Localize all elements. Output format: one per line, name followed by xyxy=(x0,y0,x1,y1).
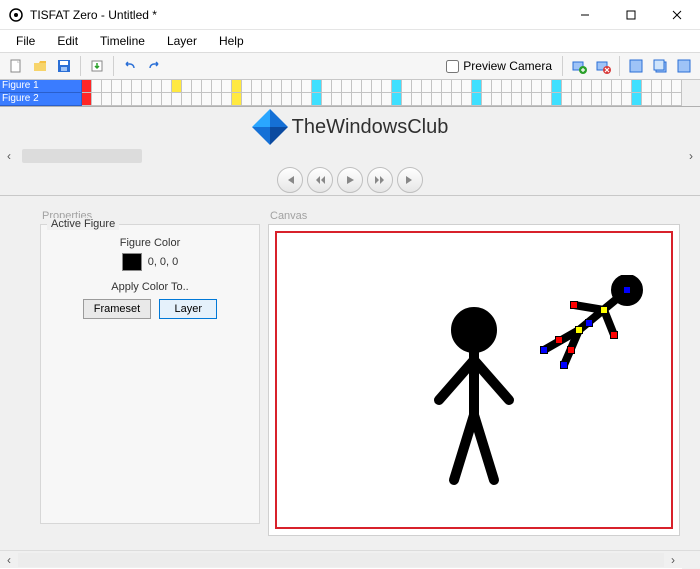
joint-node[interactable] xyxy=(540,346,548,354)
track-figure-2[interactable]: Figure 2 xyxy=(0,93,700,106)
canvas-title: Canvas xyxy=(268,210,680,222)
preview-camera-input[interactable] xyxy=(446,60,459,73)
add-layer-icon[interactable] xyxy=(568,55,590,77)
figure-color-label: Figure Color xyxy=(120,237,181,249)
track-cells[interactable] xyxy=(82,80,700,93)
scroll-thumb[interactable] xyxy=(22,149,142,163)
last-frame-button[interactable] xyxy=(397,167,423,193)
joint-node[interactable] xyxy=(575,326,583,334)
open-file-icon[interactable] xyxy=(29,55,51,77)
window-title: TISFAT Zero - Untitled * xyxy=(30,8,562,22)
figure-color-value: 0, 0, 0 xyxy=(148,256,179,268)
menu-help[interactable]: Help xyxy=(209,32,254,50)
apply-color-label: Apply Color To.. xyxy=(111,281,188,293)
track-figure-1[interactable]: Figure 1 xyxy=(0,80,700,93)
joint-node[interactable] xyxy=(623,286,631,294)
timeline: Figure 1 Figure 2 TheWindowsClub ‹ › xyxy=(0,80,700,196)
track-label[interactable]: Figure 1 xyxy=(0,80,82,93)
joint-node[interactable] xyxy=(570,301,578,309)
menu-file[interactable]: File xyxy=(6,32,45,50)
stick-figure-1[interactable] xyxy=(419,305,529,505)
play-button[interactable] xyxy=(337,167,363,193)
watermark-icon xyxy=(252,109,288,145)
joint-node[interactable] xyxy=(567,346,575,354)
undo-icon[interactable] xyxy=(119,55,141,77)
track-cells[interactable] xyxy=(82,93,700,106)
scroll-right-icon[interactable]: › xyxy=(664,551,682,569)
titlebar: TISFAT Zero - Untitled * xyxy=(0,0,700,30)
remove-layer-icon[interactable] xyxy=(592,55,614,77)
color-swatch[interactable] xyxy=(122,253,142,271)
scroll-right-icon[interactable]: › xyxy=(682,147,700,165)
menu-edit[interactable]: Edit xyxy=(47,32,88,50)
layer-copy-icon[interactable] xyxy=(649,55,671,77)
scroll-left-icon[interactable]: ‹ xyxy=(0,147,18,165)
playback-controls xyxy=(0,165,700,195)
scroll-track[interactable] xyxy=(18,553,664,567)
joint-node[interactable] xyxy=(610,331,618,339)
window-horizontal-scrollbar[interactable]: ‹ › xyxy=(0,550,700,568)
menu-layer[interactable]: Layer xyxy=(157,32,207,50)
canvas[interactable] xyxy=(268,224,680,536)
joint-node[interactable] xyxy=(585,319,593,327)
preview-camera-checkbox[interactable]: Preview Camera xyxy=(440,59,558,73)
export-icon[interactable] xyxy=(86,55,108,77)
maximize-button[interactable] xyxy=(608,0,654,30)
track-label[interactable]: Figure 2 xyxy=(0,93,82,106)
watermark-text: TheWindowsClub xyxy=(292,116,449,139)
next-frame-button[interactable] xyxy=(367,167,393,193)
preview-camera-label: Preview Camera xyxy=(463,59,552,73)
joint-node[interactable] xyxy=(560,361,568,369)
save-file-icon[interactable] xyxy=(53,55,75,77)
minimize-button[interactable] xyxy=(562,0,608,30)
joint-node[interactable] xyxy=(555,336,563,344)
redo-icon[interactable] xyxy=(143,55,165,77)
layer-button[interactable]: Layer xyxy=(159,299,217,319)
active-figure-group: Active Figure Figure Color 0, 0, 0 Apply… xyxy=(40,224,260,524)
first-frame-button[interactable] xyxy=(277,167,303,193)
group-legend: Active Figure xyxy=(47,218,119,230)
canvas-panel: Canvas xyxy=(268,210,680,536)
layer-up-icon[interactable] xyxy=(625,55,647,77)
size-grip[interactable] xyxy=(682,551,700,569)
menubar: File Edit Timeline Layer Help xyxy=(0,30,700,52)
toolbar: Preview Camera xyxy=(0,52,700,80)
close-button[interactable] xyxy=(654,0,700,30)
prev-frame-button[interactable] xyxy=(307,167,333,193)
app-icon xyxy=(8,7,24,23)
new-file-icon[interactable] xyxy=(5,55,27,77)
properties-panel: Properties Active Figure Figure Color 0,… xyxy=(40,210,260,536)
watermark: TheWindowsClub xyxy=(0,107,700,147)
joint-node[interactable] xyxy=(600,306,608,314)
main-area: Properties Active Figure Figure Color 0,… xyxy=(0,196,700,550)
menu-timeline[interactable]: Timeline xyxy=(90,32,155,50)
frameset-button[interactable]: Frameset xyxy=(83,299,151,319)
timeline-scrollbar[interactable]: ‹ › xyxy=(0,147,700,165)
layer-down-icon[interactable] xyxy=(673,55,695,77)
scroll-left-icon[interactable]: ‹ xyxy=(0,551,18,569)
